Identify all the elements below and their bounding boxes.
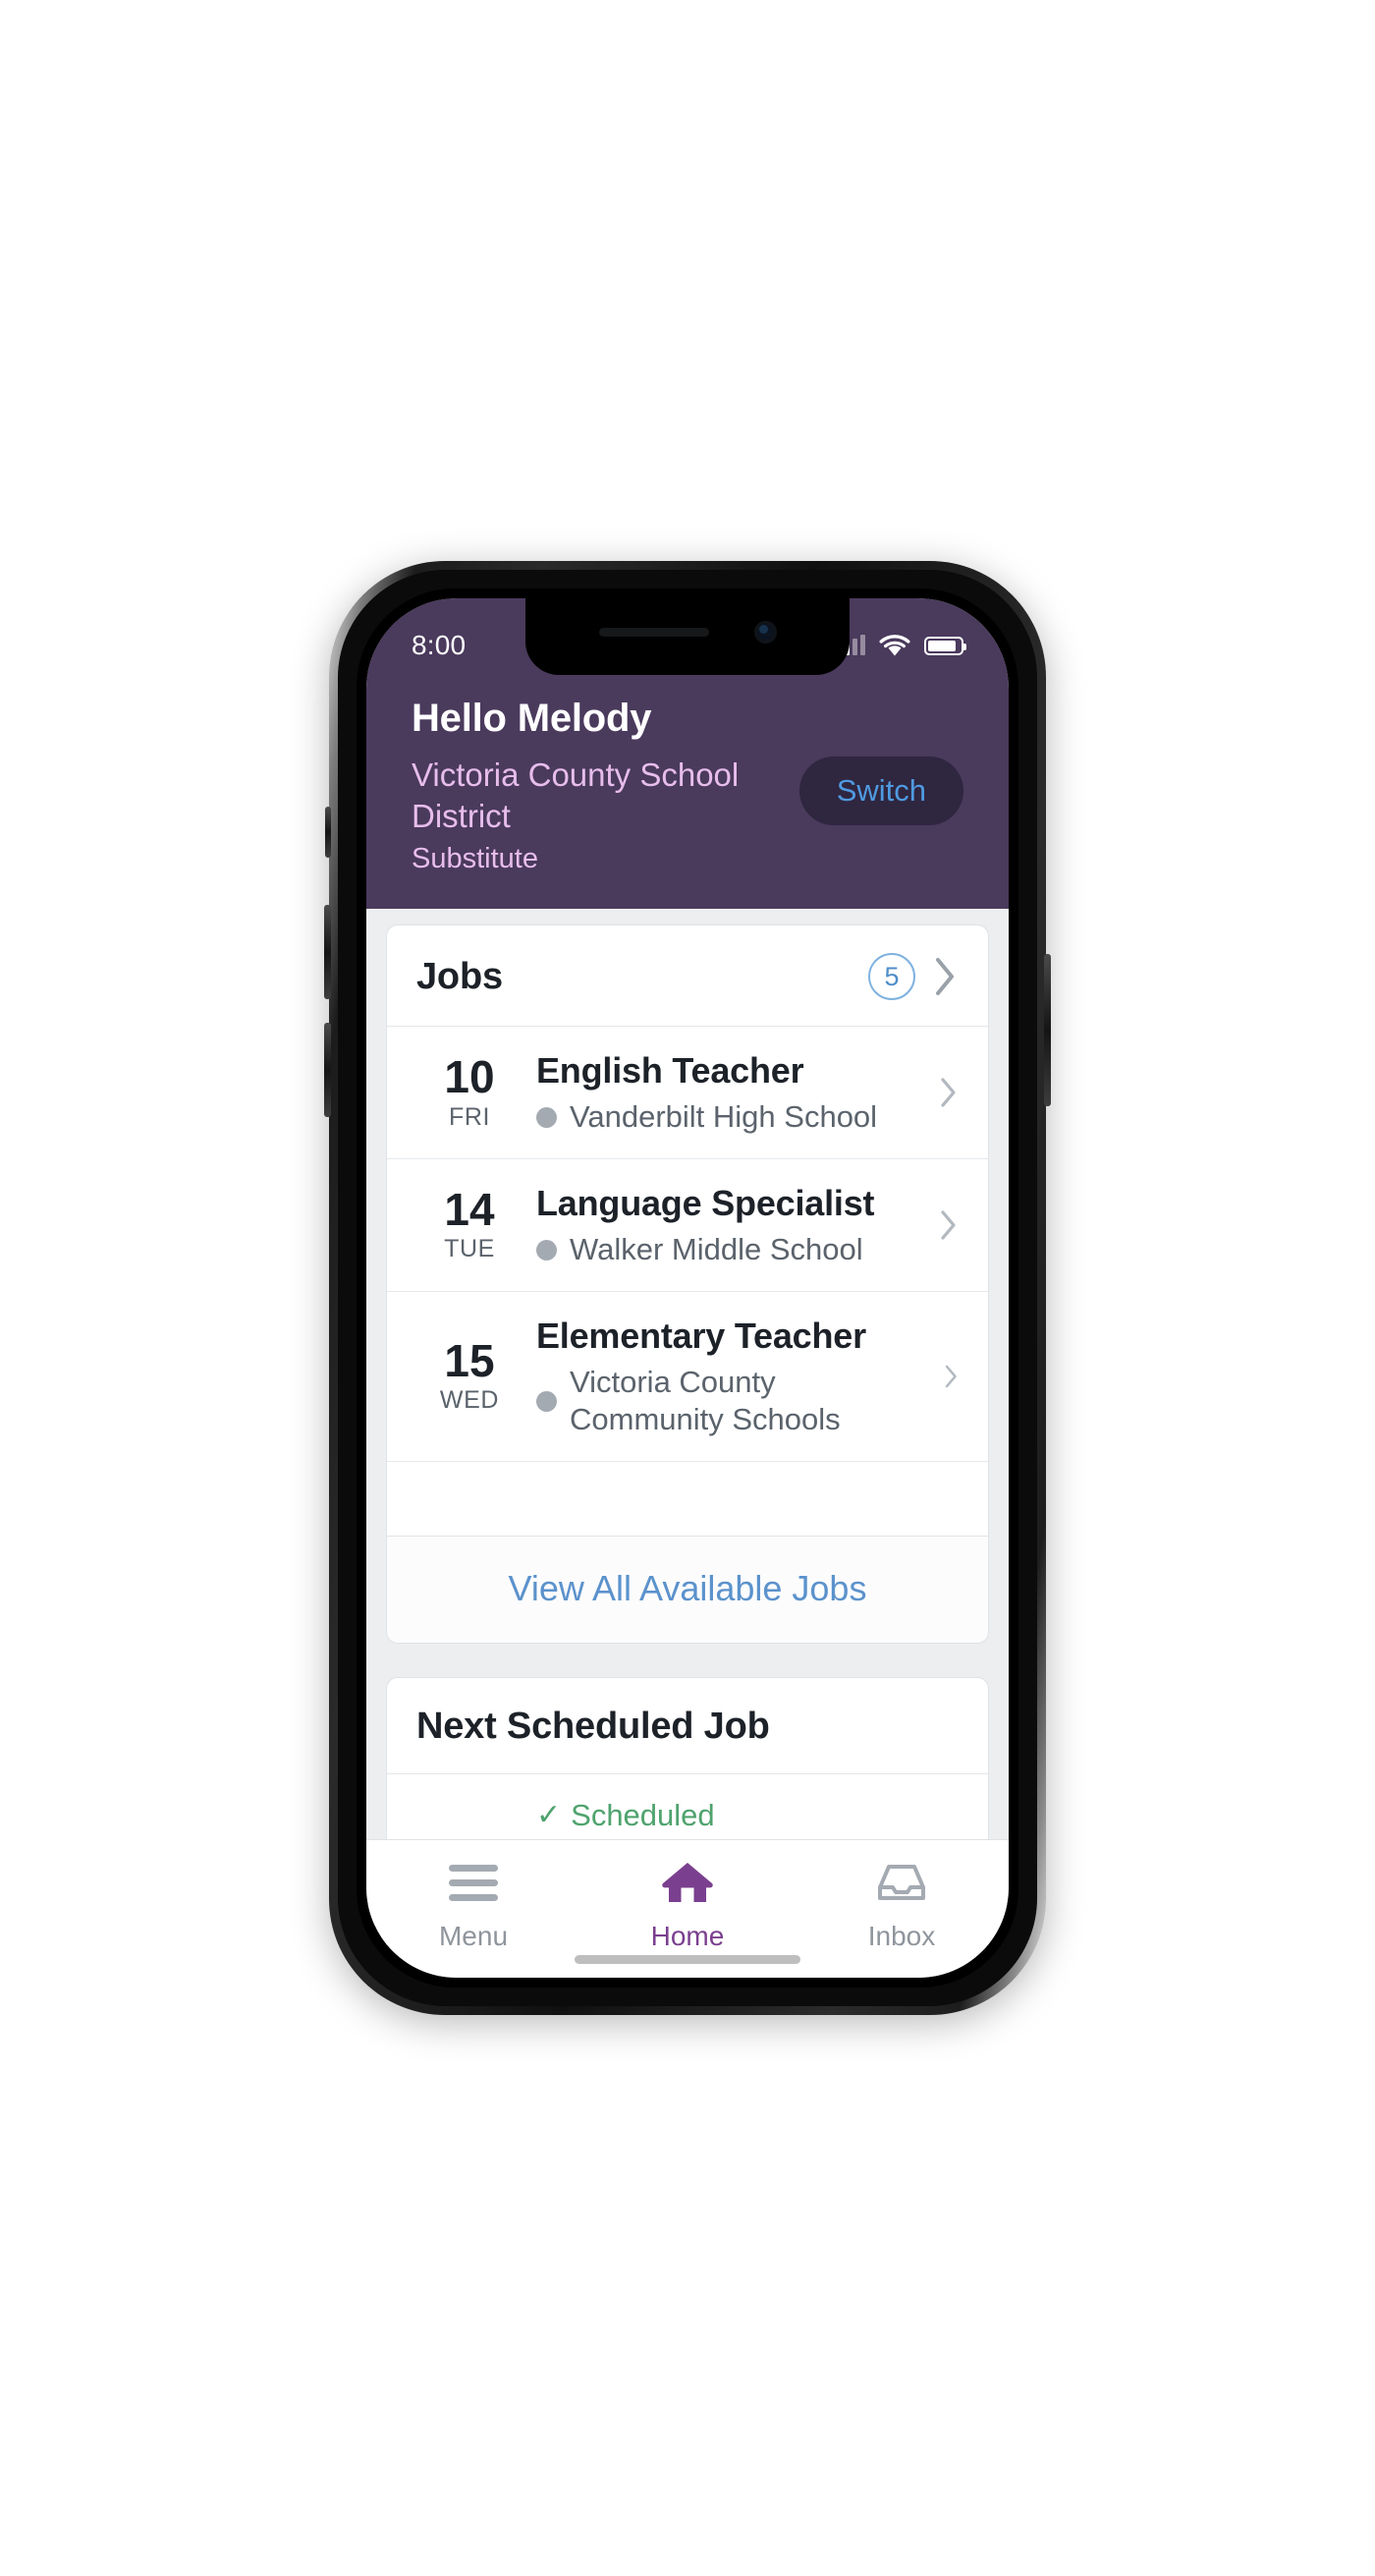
- hamburger-menu-icon: [449, 1860, 498, 1905]
- next-scheduled-job-card: Next Scheduled Job 6 MON ✓: [386, 1677, 989, 1839]
- job-title: Language Specialist: [536, 1182, 875, 1223]
- chevron-right-icon[interactable]: [939, 1208, 959, 1242]
- job-title: Elementary Teacher: [536, 1315, 866, 1356]
- power-button[interactable]: [1044, 954, 1051, 1106]
- job-date: 15 WED: [416, 1337, 522, 1415]
- job-title: English Teacher: [536, 1050, 804, 1092]
- header-text-group: Victoria County School District Substitu…: [412, 753, 799, 879]
- status-badge-label: Scheduled: [571, 1798, 715, 1833]
- chevron-right-icon[interactable]: [944, 1360, 959, 1393]
- scheduled-job-item[interactable]: 6 MON ✓ Scheduled ESL TESOL Specialist: [387, 1774, 988, 1839]
- job-date-weekday: FRI: [448, 1102, 491, 1131]
- app-header: Hello Melody Victoria County School Dist…: [366, 679, 1009, 910]
- scheduled-card-title: Next Scheduled Job: [416, 1706, 770, 1748]
- jobs-card-title: Jobs: [416, 955, 503, 997]
- job-date-day: 10: [444, 1051, 495, 1103]
- tab-menu[interactable]: Menu: [366, 1860, 580, 1952]
- phone-bezel: 8:00 Hello Melody Victoria County School…: [338, 570, 1037, 2006]
- home-icon: [661, 1860, 714, 1905]
- jobs-count-badge: 5: [868, 953, 915, 1001]
- view-all-available-jobs-label: View All Available Jobs: [508, 1568, 867, 1609]
- jobs-header-right: 5: [868, 953, 959, 1001]
- wifi-icon: [879, 634, 910, 655]
- header-detail-row: Victoria County School District Substitu…: [412, 753, 963, 879]
- chevron-right-icon[interactable]: [939, 1076, 959, 1109]
- switch-button[interactable]: Switch: [798, 756, 963, 825]
- phone-device-frame: 8:00 Hello Melody Victoria County School…: [324, 561, 1051, 2015]
- phone-screen-bezel: 8:00 Hello Melody Victoria County School…: [357, 588, 1018, 1988]
- job-date-day: 14: [444, 1184, 495, 1236]
- battery-icon: [924, 636, 966, 655]
- job-subtitle-row: Walker Middle School: [536, 1231, 931, 1269]
- job-details: English Teacher Vanderbilt High School: [530, 1048, 931, 1137]
- job-date: 10 FRI: [416, 1053, 522, 1131]
- front-camera-icon: [753, 620, 777, 644]
- volume-down-button[interactable]: [324, 1023, 331, 1117]
- job-date-weekday: WED: [439, 1386, 500, 1415]
- home-indicator[interactable]: [575, 1955, 800, 1964]
- app-screen: 8:00 Hello Melody Victoria County School…: [366, 598, 1009, 1978]
- tab-home-label: Home: [650, 1921, 725, 1951]
- tab-menu-label: Menu: [438, 1921, 509, 1951]
- status-dot-icon: [536, 1106, 557, 1128]
- job-list-item[interactable]: 15 WED Elementary Teacher Victoria Count…: [387, 1292, 988, 1463]
- job-details: Language Specialist Walker Middle School: [530, 1181, 931, 1269]
- status-badge: ✓ Scheduled: [536, 1798, 935, 1833]
- chevron-right-icon[interactable]: [933, 955, 959, 998]
- check-icon: ✓: [536, 1799, 562, 1832]
- jobs-card: Jobs 5 10 FRI English Teacher Vanderbilt…: [386, 924, 989, 1645]
- status-bar-indicators: [837, 634, 966, 658]
- status-dot-icon: [536, 1390, 557, 1412]
- user-role: Substitute: [412, 843, 538, 875]
- district-name: Victoria County School District: [412, 756, 740, 835]
- job-school: Vanderbilt High School: [570, 1099, 878, 1135]
- scheduled-job-details: ✓ Scheduled ESL TESOL Specialist Novembe…: [530, 1798, 935, 1839]
- status-dot-icon: [536, 1239, 557, 1260]
- job-school: Walker Middle School: [570, 1231, 863, 1266]
- job-date: 14 TUE: [416, 1186, 522, 1263]
- job-list-item[interactable]: 10 FRI English Teacher Vanderbilt High S…: [387, 1027, 988, 1159]
- mute-switch-button[interactable]: [325, 807, 331, 858]
- tab-inbox[interactable]: Inbox: [795, 1860, 1009, 1952]
- scheduled-card-header: Next Scheduled Job: [387, 1678, 988, 1775]
- job-subtitle-row: Vanderbilt High School: [536, 1098, 931, 1137]
- volume-up-button[interactable]: [324, 905, 331, 999]
- device-notch: [525, 598, 850, 675]
- job-details: Elementary Teacher Victoria County Commu…: [530, 1314, 936, 1440]
- tab-home[interactable]: Home: [580, 1860, 795, 1952]
- inbox-tray-icon: [875, 1860, 928, 1905]
- status-bar-time: 8:00: [412, 630, 467, 660]
- main-content: Jobs 5 10 FRI English Teacher Vanderbilt…: [366, 909, 1009, 1839]
- job-subtitle-row: Victoria County Community Schools: [536, 1364, 936, 1440]
- jobs-card-header[interactable]: Jobs 5: [387, 925, 988, 1028]
- job-list-item[interactable]: 14 TUE Language Specialist Walker Middle…: [387, 1159, 988, 1292]
- tab-inbox-label: Inbox: [867, 1921, 936, 1951]
- view-all-available-jobs-button[interactable]: View All Available Jobs: [387, 1536, 988, 1644]
- job-date-weekday: TUE: [444, 1235, 495, 1263]
- job-school: Victoria County Community Schools: [570, 1364, 841, 1437]
- screenshot-stage: 8:00 Hello Melody Victoria County School…: [0, 0, 1375, 2576]
- jobs-list-spacer: [387, 1462, 988, 1536]
- earpiece-speaker-icon: [598, 627, 709, 637]
- job-date-day: 15: [444, 1335, 495, 1387]
- greeting-title: Hello Melody: [412, 697, 652, 740]
